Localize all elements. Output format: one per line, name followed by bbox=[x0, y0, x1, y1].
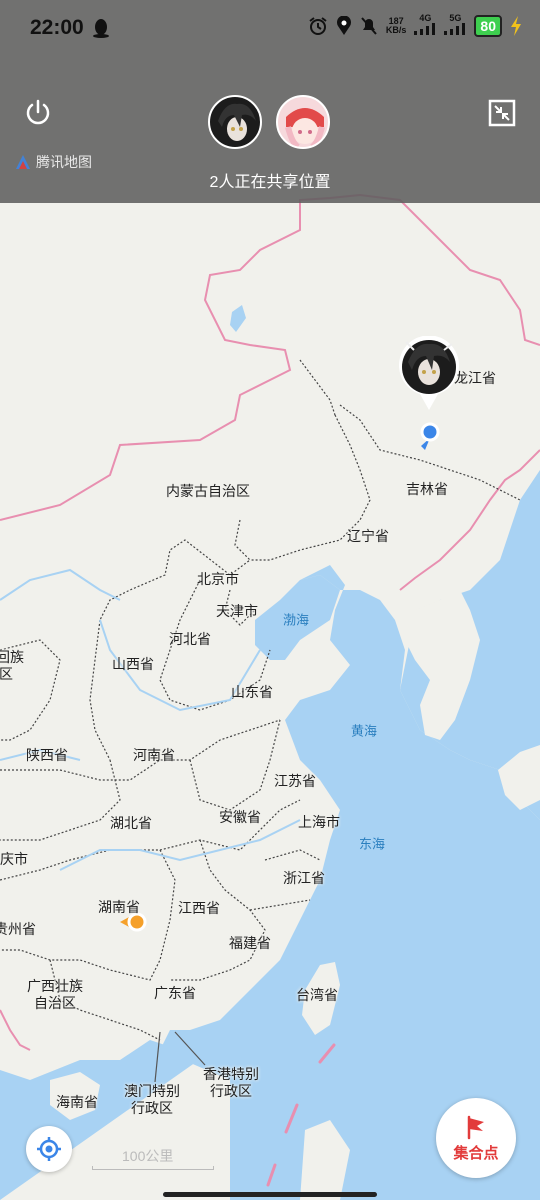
label-jiangxi: 江西省 bbox=[178, 900, 220, 916]
share-status-text: 2人正在共享位置 bbox=[209, 174, 331, 191]
label-jilin: 吉林省 bbox=[406, 481, 448, 497]
user-avatar-pin[interactable] bbox=[398, 336, 460, 412]
home-indicator[interactable] bbox=[163, 1192, 377, 1197]
label-tianjin: 天津市 bbox=[216, 603, 258, 619]
label-hongkong-2: 行政区 bbox=[210, 1083, 252, 1099]
locate-icon bbox=[37, 1137, 61, 1161]
label-bohai: 渤海 bbox=[282, 612, 310, 628]
label-hainan: 海南省 bbox=[56, 1094, 98, 1110]
label-anhui: 安徽省 bbox=[219, 809, 261, 825]
rally-point-button[interactable]: 集合点 bbox=[436, 1098, 516, 1178]
label-guizhou: 贵州省 bbox=[0, 921, 36, 937]
net-speed-unit: KB/s bbox=[385, 24, 407, 35]
label-henan: 河南省 bbox=[133, 747, 175, 763]
signal-4g: 4G bbox=[414, 14, 436, 37]
scale-bar bbox=[92, 1166, 214, 1170]
signal-bars-icon bbox=[444, 23, 466, 35]
avatar-user-1[interactable] bbox=[208, 95, 262, 149]
avatar-user-2[interactable] bbox=[276, 95, 330, 149]
label-macau-2: 行政区 bbox=[131, 1100, 173, 1116]
status-bar: 22:00 187 KB/s 4G 5G 80 bbox=[0, 0, 540, 60]
label-beijing: 北京市 bbox=[197, 571, 239, 587]
label-hebei: 河北省 bbox=[169, 631, 211, 647]
map-scale: 100公里 bbox=[92, 1146, 214, 1170]
locate-button[interactable] bbox=[26, 1126, 72, 1172]
signal-5g: 5G bbox=[444, 14, 466, 37]
stop-sharing-button[interactable] bbox=[24, 98, 52, 126]
label-shanxi: 山西省 bbox=[112, 656, 154, 672]
mute-icon bbox=[361, 16, 377, 35]
label-chongqing: 庆市 bbox=[0, 851, 28, 867]
signal-4g-label: 4G bbox=[419, 13, 432, 23]
label-shandong: 山东省 bbox=[231, 684, 273, 700]
net-speed: 187 KB/s bbox=[385, 16, 407, 35]
location-icon bbox=[336, 15, 351, 35]
label-zhejiang: 浙江省 bbox=[283, 870, 325, 886]
label-jiangsu: 江苏省 bbox=[274, 773, 316, 789]
scale-label: 100公里 bbox=[122, 1148, 174, 1164]
label-huanghai: 黄海 bbox=[350, 723, 378, 739]
label-fujian: 福建省 bbox=[229, 935, 271, 951]
status-icons: 187 KB/s 4G 5G 80 bbox=[308, 14, 522, 37]
minimize-button[interactable] bbox=[488, 99, 516, 127]
label-donghai: 东海 bbox=[358, 836, 386, 852]
label-hubei: 湖北省 bbox=[110, 815, 152, 831]
qq-icon bbox=[93, 19, 109, 38]
label-taiwan: 台湾省 bbox=[296, 987, 338, 1003]
label-liaoning: 辽宁省 bbox=[347, 528, 389, 544]
battery-indicator: 80 bbox=[474, 14, 502, 37]
alarm-icon bbox=[309, 16, 327, 35]
label-hunan: 湖南省 bbox=[98, 899, 140, 915]
signal-bars-icon bbox=[414, 23, 436, 35]
rally-point-label: 集合点 bbox=[453, 1144, 499, 1162]
map-app: 龙江省 吉林省 内蒙古自治区 辽宁省 北京市 天津市 渤海 河北省 回族 区 山… bbox=[0, 0, 540, 1200]
label-guangdong: 广东省 bbox=[154, 985, 196, 1001]
label-shaanxi: 陕西省 bbox=[26, 747, 68, 763]
charging-icon bbox=[511, 15, 521, 36]
flag-icon bbox=[467, 1115, 484, 1139]
status-time: 22:00 bbox=[30, 16, 84, 39]
label-guangxi-2: 自治区 bbox=[34, 995, 76, 1011]
label-heilongjiang: 龙江省 bbox=[454, 370, 496, 386]
signal-5g-label: 5G bbox=[449, 13, 462, 23]
label-neimenggu: 内蒙古自治区 bbox=[166, 483, 250, 499]
label-shanghai: 上海市 bbox=[298, 814, 340, 830]
label-ningxia-2: 区 bbox=[0, 666, 13, 682]
